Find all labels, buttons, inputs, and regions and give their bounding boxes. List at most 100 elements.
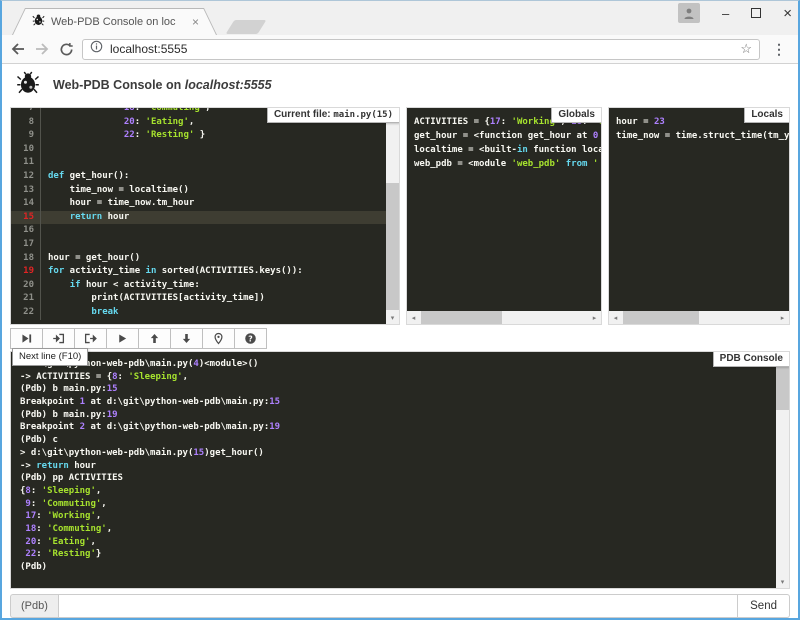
forward-icon[interactable] (34, 39, 50, 59)
globals-scrollbar[interactable]: ◂ ▸ (407, 311, 601, 324)
pdb-prompt-addon: (Pdb) (10, 594, 58, 618)
locals-label: Locals (744, 107, 790, 123)
code-line: 21 print(ACTIVITIES[activity_time]) (11, 292, 386, 306)
url-text[interactable]: localhost:5555 (110, 42, 733, 56)
minimize-button[interactable]: – (722, 7, 729, 20)
code-line: 10 (11, 143, 386, 157)
log-in-icon (52, 332, 65, 345)
globals-panel: Globals ACTIVITIES = {17: 'Working', 18:… (406, 107, 602, 325)
code-line: 13 time_now = localtime() (11, 184, 386, 198)
pdb-console-panel: PDB Console > d:\git\python-web-pdb\main… (10, 351, 790, 589)
code-line: 9 22: 'Resting' } (11, 129, 386, 143)
code-line: 22 break (11, 306, 386, 320)
code-line: 18hour = get_hour() (11, 252, 386, 266)
code-line: localtime = <built-in function loca (414, 143, 601, 157)
panels-row: Current file: main.py(15) 7 18: 'Commuti… (10, 107, 790, 325)
code-line: (Pdb) b main.py:19 (20, 409, 776, 422)
code-line: -> ACTIVITIES = {8: 'Sleeping', (20, 371, 776, 384)
code-line: 17: 'Working', (20, 510, 776, 523)
pdb-console-label: PDB Console (713, 351, 790, 367)
info-icon[interactable] (90, 40, 103, 58)
code-line: 16 (11, 224, 386, 238)
code-line: > d:\git\python-web-pdb\main.py(15)get_h… (20, 447, 776, 460)
step-forward-icon (20, 332, 33, 345)
code-line: 20 if hour < activity_time: (11, 279, 386, 293)
back-icon[interactable] (10, 39, 26, 59)
tab-title: Web-PDB Console on loc (51, 16, 186, 28)
code-line: 17 (11, 238, 386, 252)
code-line: 9: 'Commuting', (20, 498, 776, 511)
editor-scrollbar-thumb[interactable] (386, 183, 399, 310)
code-line: (Pdb) (20, 561, 776, 574)
reload-icon[interactable] (58, 39, 74, 59)
svg-text:?: ? (248, 334, 252, 343)
code-line: 20: 'Eating', (20, 536, 776, 549)
web-pdb-logo-bug-icon (16, 70, 40, 100)
globals-scrollbar-thumb[interactable] (421, 311, 502, 324)
up-button[interactable] (138, 328, 171, 349)
maximize-button[interactable] (751, 8, 761, 18)
code-line: web_pdb = <module 'web_pdb' from ' (414, 157, 601, 171)
browser-tab[interactable]: Web-PDB Console on loc × (12, 8, 217, 35)
command-input-row: (Pdb) Send (10, 594, 790, 618)
editor-scrollbar[interactable]: ▴ ▾ (386, 108, 399, 324)
locals-scrollbar[interactable]: ◂ ▸ (609, 311, 789, 324)
browser-titlebar: Web-PDB Console on loc × – × (2, 1, 798, 35)
bookmark-star-icon[interactable]: ☆ (740, 41, 752, 57)
send-button[interactable]: Send (738, 594, 790, 618)
code-line: 14 hour = time_now.tm_hour (11, 197, 386, 211)
help-button[interactable]: ? (234, 328, 267, 349)
browser-menu-icon[interactable]: ⋮ (768, 41, 790, 58)
tooltip: Next line (F10) (12, 348, 88, 366)
code-line: (Pdb) b main.py:15 (20, 383, 776, 396)
code-line: (Pdb) pp ACTIVITIES (20, 472, 776, 485)
code-line: > d:\git\python-web-pdb\main.py(4)<modul… (20, 358, 776, 371)
debug-toolbar: ? Next line (F10) (10, 328, 790, 349)
code-line: 15 return hour (11, 211, 386, 225)
pdb-command-input[interactable] (58, 594, 738, 618)
arrow-down-icon (180, 332, 193, 345)
console-scrollbar-thumb[interactable] (776, 366, 789, 410)
scroll-down-icon[interactable]: ▾ (386, 311, 399, 324)
map-marker-icon (212, 332, 225, 345)
console-scrollbar[interactable]: ▴ ▾ (776, 352, 789, 588)
close-window-button[interactable]: × (783, 6, 792, 21)
browser-navbar: localhost:5555 ☆ ⋮ (2, 35, 798, 63)
profile-button[interactable] (678, 3, 700, 23)
log-out-icon (84, 332, 97, 345)
console-output: > d:\git\python-web-pdb\main.py(4)<modul… (11, 352, 776, 588)
step-into-button[interactable] (42, 328, 75, 349)
globals-variables: ACTIVITIES = {17: 'Working', 18: 'Cget_h… (407, 108, 601, 311)
continue-button[interactable] (106, 328, 139, 349)
code-line: Breakpoint 2 at d:\git\python-web-pdb\ma… (20, 421, 776, 434)
scroll-left-icon[interactable]: ◂ (609, 311, 622, 324)
code-line: (Pdb) c (20, 434, 776, 447)
new-tab-button[interactable] (226, 20, 267, 34)
code-line: -> return hour (20, 460, 776, 473)
code-line: get_hour = <function get_hour at 0 (414, 129, 601, 143)
scroll-right-icon[interactable]: ▸ (776, 311, 789, 324)
scroll-left-icon[interactable]: ◂ (407, 311, 420, 324)
code-line: 18: 'Commuting', (20, 523, 776, 536)
return-button[interactable] (74, 328, 107, 349)
page-title-host: localhost:5555 (185, 78, 272, 92)
code-line: 11 (11, 156, 386, 170)
favicon-bug-icon (32, 13, 45, 31)
next-line-button[interactable] (10, 328, 43, 349)
down-button[interactable] (170, 328, 203, 349)
locals-scrollbar-thumb[interactable] (623, 311, 699, 324)
app-header: Web-PDB Console on localhost:5555 (2, 64, 798, 104)
scroll-down-icon[interactable]: ▾ (776, 575, 789, 588)
locals-variables: hour = 23time_now = time.struct_time(tm_… (609, 108, 789, 311)
current-file-label: Current file: main.py(15) (267, 107, 400, 123)
code-line: 22: 'Resting'} (20, 548, 776, 561)
code-line: 19for activity_time in sorted(ACTIVITIES… (11, 265, 386, 279)
browser-window: Web-PDB Console on loc × – × (0, 0, 800, 620)
code-line: 12def get_hour(): (11, 170, 386, 184)
scroll-right-icon[interactable]: ▸ (588, 311, 601, 324)
code-line: time_now = time.struct_time(tm_yea (616, 129, 789, 143)
url-bar[interactable]: localhost:5555 ☆ (82, 39, 760, 60)
tab-close-icon[interactable]: × (192, 16, 199, 28)
code-editor: 7 18: 'Commuting',8 20: 'Eating',9 22: '… (11, 107, 386, 324)
where-button[interactable] (202, 328, 235, 349)
